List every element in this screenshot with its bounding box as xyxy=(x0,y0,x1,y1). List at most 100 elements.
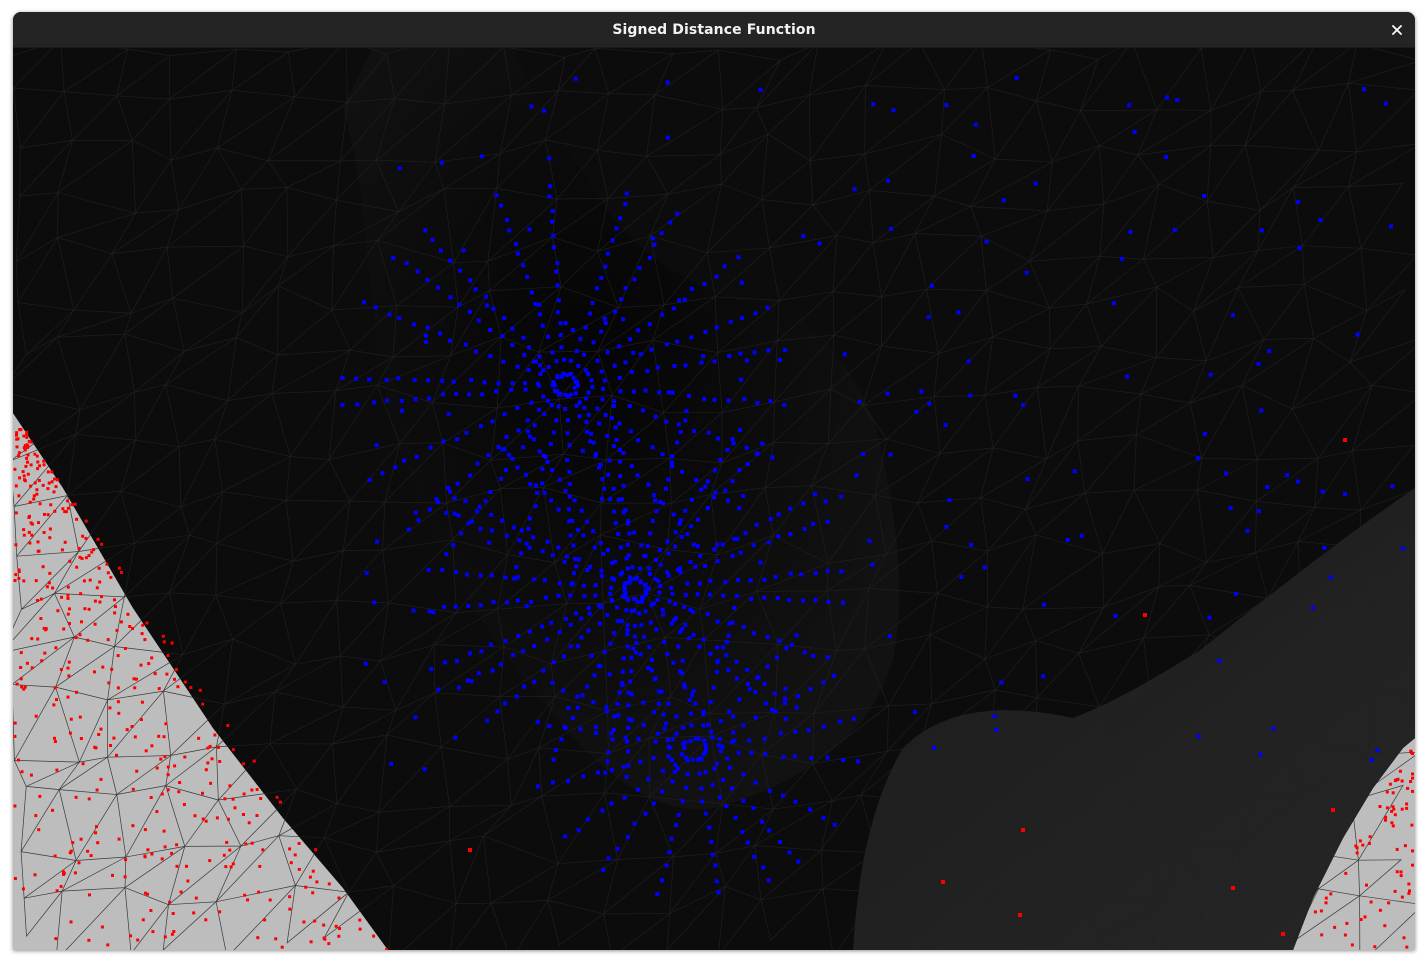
close-button[interactable] xyxy=(1385,18,1409,42)
blue-sample-point xyxy=(340,376,345,381)
red-sample-point xyxy=(100,542,104,546)
blue-sample-point xyxy=(623,735,628,740)
blue-sample-point xyxy=(475,509,479,514)
blue-sample-point xyxy=(982,565,987,570)
blue-sample-point xyxy=(707,592,712,597)
blue-sample-point xyxy=(587,611,592,616)
blue-sample-point xyxy=(638,580,643,585)
blue-sample-point xyxy=(609,585,614,590)
blue-sample-point xyxy=(801,598,806,603)
blue-sample-point xyxy=(505,217,509,222)
red-sample-point xyxy=(32,494,36,498)
blue-sample-point xyxy=(615,605,620,610)
red-sample-point xyxy=(56,609,60,613)
red-sample-point xyxy=(27,530,31,534)
blue-sample-point xyxy=(778,731,783,736)
blue-sample-point xyxy=(639,543,644,548)
blue-sample-point xyxy=(626,553,631,558)
blue-sample-point xyxy=(969,542,974,547)
blue-sample-point xyxy=(721,645,726,650)
blue-sample-point xyxy=(891,108,896,113)
red-sample-point xyxy=(288,895,292,899)
blue-sample-point xyxy=(711,685,716,690)
blue-sample-point xyxy=(693,701,698,706)
blue-sample-point xyxy=(580,693,585,698)
blue-sample-point xyxy=(444,510,449,515)
blue-sample-point xyxy=(582,594,587,599)
red-sample-point xyxy=(53,854,57,858)
blue-sample-point xyxy=(645,369,650,374)
red-sample-point xyxy=(139,718,143,721)
red-sample-point xyxy=(159,757,163,761)
red-sample-point xyxy=(1405,945,1409,949)
red-sample-point xyxy=(93,599,97,603)
blue-sample-point xyxy=(742,397,747,401)
blue-sample-point xyxy=(639,623,644,628)
red-sample-point xyxy=(87,797,91,801)
blue-sample-point xyxy=(510,456,515,461)
blue-sample-point xyxy=(478,573,483,578)
red-sample-point xyxy=(47,581,51,585)
blue-sample-point xyxy=(622,795,627,800)
red-sample-point xyxy=(115,628,119,632)
blue-sample-point xyxy=(605,759,610,764)
red-sample-point xyxy=(36,599,39,602)
red-sample-point xyxy=(185,864,188,868)
blue-sample-point xyxy=(632,623,637,628)
3d-viewport[interactable] xyxy=(13,48,1415,950)
red-sample-point xyxy=(1388,782,1392,786)
blue-sample-point xyxy=(610,238,615,243)
red-sample-point xyxy=(261,848,265,852)
blue-sample-point xyxy=(559,345,564,350)
blue-sample-point xyxy=(515,465,520,470)
blue-sample-point xyxy=(932,745,937,750)
red-sample-point xyxy=(1393,889,1397,893)
blue-sample-point xyxy=(736,578,741,582)
blue-sample-point xyxy=(697,644,702,649)
red-sample-point xyxy=(263,918,267,922)
blue-sample-point xyxy=(1389,224,1393,229)
blue-sample-point xyxy=(454,570,459,575)
red-sample-point xyxy=(86,638,90,642)
blue-sample-point xyxy=(603,321,608,325)
blue-sample-point xyxy=(448,295,453,300)
red-sample-point xyxy=(1313,910,1317,914)
blue-sample-point xyxy=(647,645,652,649)
blue-sample-point xyxy=(773,575,778,579)
blue-sample-point xyxy=(769,707,774,712)
blue-sample-point xyxy=(514,242,518,247)
red-sample-point xyxy=(90,550,94,554)
red-sample-point xyxy=(23,448,27,452)
blue-sample-point xyxy=(473,287,478,292)
blue-sample-point xyxy=(510,381,515,386)
blue-sample-point xyxy=(1021,403,1026,407)
red-sample-point xyxy=(201,791,204,795)
blue-sample-point xyxy=(526,367,531,372)
red-sample-point xyxy=(155,810,159,814)
red-sample-point xyxy=(60,548,64,552)
blue-sample-point xyxy=(575,705,580,710)
blue-sample-point xyxy=(499,662,503,667)
blue-sample-point xyxy=(971,154,976,158)
red-sample-point xyxy=(141,918,145,922)
blue-sample-point xyxy=(657,590,662,595)
red-sample-point xyxy=(268,898,272,902)
red-sample-point xyxy=(25,456,29,460)
blue-sample-point xyxy=(630,565,635,570)
blue-sample-point xyxy=(888,452,893,457)
blue-sample-point xyxy=(606,750,611,755)
sdf-render-canvas[interactable] xyxy=(13,48,1415,950)
blue-sample-point xyxy=(616,532,621,536)
blue-sample-point xyxy=(522,353,527,357)
blue-sample-point xyxy=(469,679,474,684)
blue-sample-point xyxy=(1297,246,1302,251)
red-sample-point xyxy=(119,620,123,624)
red-sample-point xyxy=(13,804,17,808)
blue-sample-point xyxy=(695,544,700,549)
blue-sample-point xyxy=(1318,218,1323,223)
blue-sample-point xyxy=(652,493,657,498)
blue-sample-point xyxy=(658,562,663,567)
titlebar[interactable]: Signed Distance Function xyxy=(13,12,1415,48)
blue-sample-point xyxy=(564,373,569,378)
blue-sample-point xyxy=(476,318,481,323)
